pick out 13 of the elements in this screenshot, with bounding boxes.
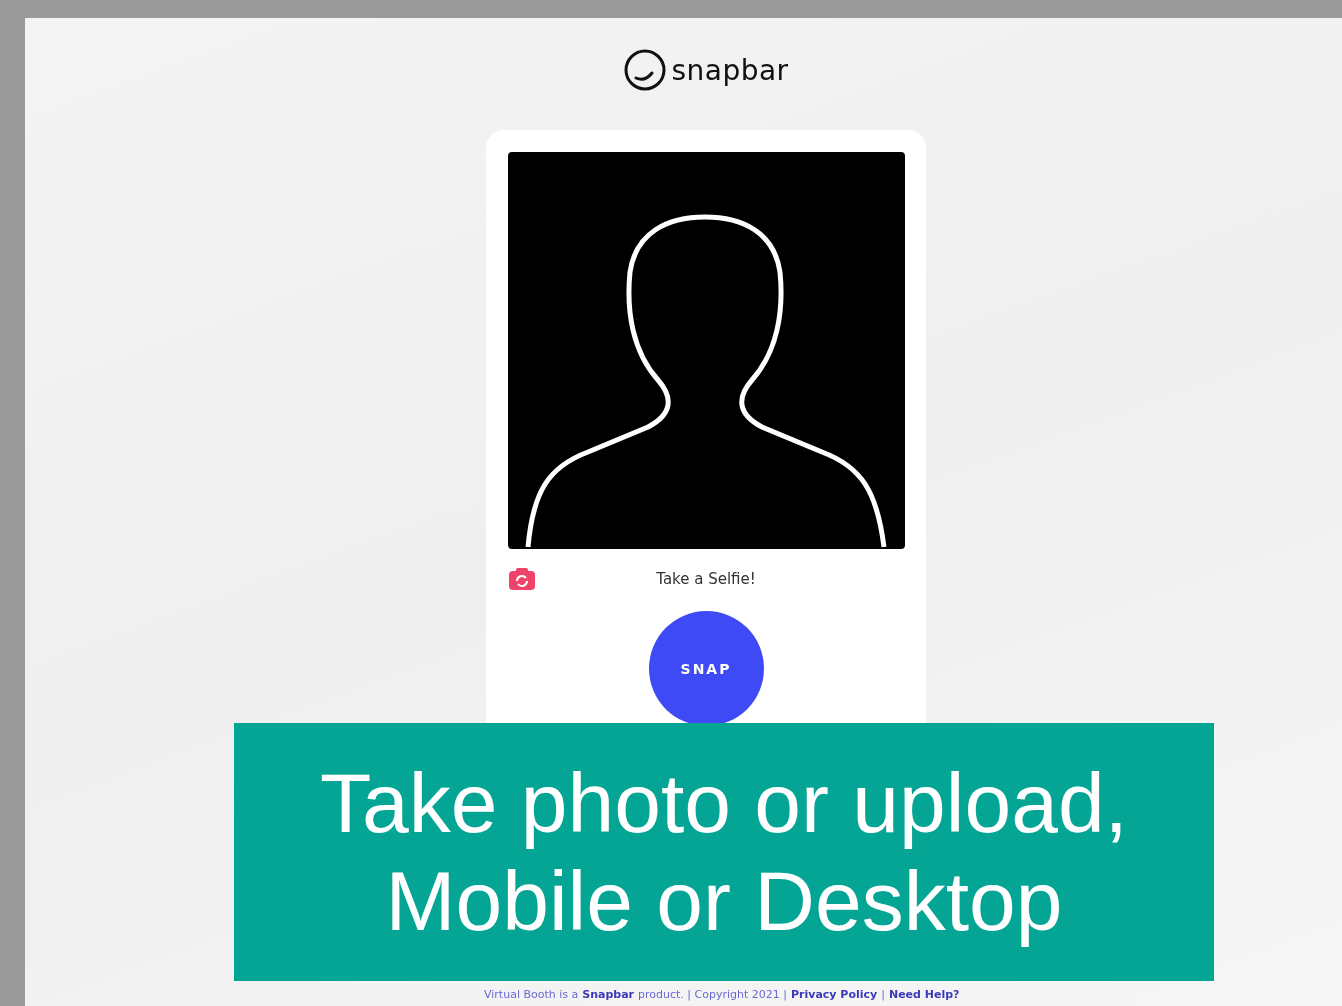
footer-text: product. | Copyright 2021 | bbox=[638, 988, 787, 1001]
switch-camera-button[interactable] bbox=[507, 567, 536, 591]
logo-icon bbox=[623, 48, 668, 92]
footer-link[interactable]: Need Help? bbox=[888, 988, 960, 1001]
footer-link[interactable]: Snapbar bbox=[582, 988, 635, 1001]
camera-caption: Take a Selfie! bbox=[656, 570, 756, 588]
banner-text: Take photo or upload, bbox=[320, 755, 1128, 852]
footer-text: | bbox=[881, 988, 885, 1001]
logo-text: snapbar bbox=[671, 53, 789, 87]
snap-button[interactable]: SNAP bbox=[648, 611, 764, 726]
banner-text: Mobile or Desktop bbox=[385, 853, 1063, 950]
footer-link[interactable]: Privacy Policy bbox=[791, 988, 878, 1001]
footer-text: Virtual Booth is a bbox=[484, 988, 579, 1001]
